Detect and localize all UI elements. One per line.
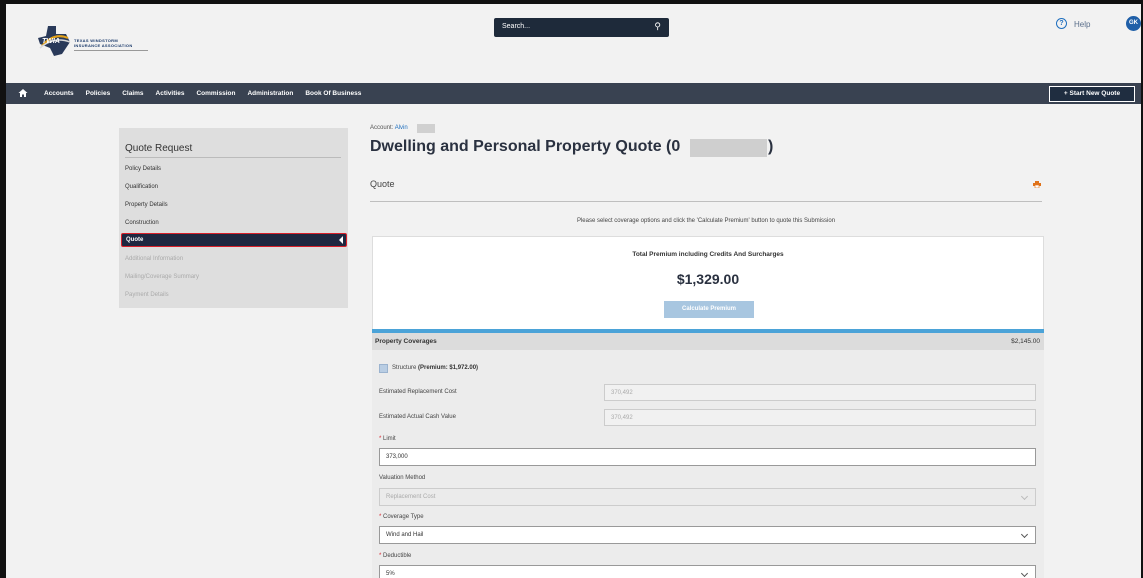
account-name-link[interactable]: Alvin (395, 125, 408, 131)
account-line: Account: Alvin (370, 125, 408, 131)
redacted-block (417, 124, 435, 133)
premium-title: Total Premium including Credits And Surc… (632, 251, 784, 258)
deductible-label: * Deductible (379, 553, 411, 559)
active-arrow-icon (339, 236, 343, 244)
sidebar-item-policy-details[interactable]: Policy Details (125, 166, 161, 172)
sidebar-item-payment-details: Payment Details (125, 292, 169, 298)
search-input[interactable]: Search... ⚲ (494, 18, 669, 37)
search-icon[interactable]: ⚲ (654, 21, 661, 32)
sidebar-item-qualification[interactable]: Qualification (125, 184, 158, 190)
structure-checkbox[interactable] (379, 364, 388, 373)
structure-text: Structure (392, 365, 417, 371)
account-label: Account: (370, 125, 394, 131)
start-new-quote-button[interactable]: + Start New Quote (1049, 86, 1135, 102)
section-heading: Quote (370, 179, 395, 189)
deductible-select[interactable]: 5% (379, 565, 1036, 578)
logo-divider (74, 50, 148, 51)
est-replacement-field: 370,492 (604, 384, 1036, 401)
limit-label: * Limit (379, 436, 396, 442)
sidebar-item-quote-label: Quote (126, 237, 144, 243)
chevron-down-icon (1020, 492, 1029, 501)
premium-summary-panel: Total Premium including Credits And Surc… (372, 236, 1044, 330)
required-mark: * (379, 436, 382, 442)
nav-commission[interactable]: Commission (196, 90, 235, 97)
page-title: Dwelling and Personal Property Quote (0 (370, 138, 681, 155)
structure-label: Structure (Premium: $1,972.00) (392, 365, 478, 371)
property-coverages-body: Structure (Premium: $1,972.00) Estimated… (372, 350, 1044, 578)
nav-activities[interactable]: Activities (156, 90, 185, 97)
required-mark: * (379, 553, 382, 559)
calculate-premium-button[interactable]: Calculate Premium (664, 301, 754, 318)
instructions-text: Please select coverage options and click… (576, 218, 836, 224)
limit-label-text: Limit (383, 436, 396, 442)
valuation-method-label: Valuation Method (379, 475, 426, 481)
help-icon[interactable]: ? (1056, 18, 1067, 29)
sidebar-item-property-details[interactable]: Property Details (125, 202, 168, 208)
property-coverages-header[interactable]: Property Coverages $2,145.00 (372, 333, 1044, 350)
sidebar-divider (125, 157, 341, 158)
coverage-title: Property Coverages (375, 338, 437, 345)
coverage-amount: $2,145.00 (1011, 338, 1040, 345)
structure-premium: (Premium: $1,972.00) (418, 365, 479, 371)
sidebar-item-additional-information: Additional Information (125, 256, 184, 262)
coverage-type-label-text: Coverage Type (383, 514, 424, 520)
nav-policies[interactable]: Policies (86, 90, 111, 97)
help-link[interactable]: Help (1074, 20, 1090, 29)
main-nav: Accounts Policies Claims Activities Comm… (6, 83, 1141, 104)
logo-sub-line2: INSURANCE ASSOCIATION (74, 43, 133, 48)
sidebar-title: Quote Request (125, 143, 193, 154)
chevron-down-icon[interactable] (1020, 569, 1029, 578)
est-acv-field: 370,492 (604, 409, 1036, 426)
sidebar-item-quote[interactable]: Quote (121, 233, 347, 247)
user-avatar[interactable]: GK (1126, 16, 1141, 31)
nav-menu: Accounts Policies Claims Activities Comm… (44, 83, 361, 104)
section-divider (370, 201, 1042, 202)
deductible-label-text: Deductible (383, 553, 412, 559)
required-mark: * (379, 514, 382, 520)
valuation-method-value: Replacement Cost (386, 494, 436, 500)
search-placeholder: Search... (502, 23, 531, 30)
nav-claims[interactable]: Claims (122, 90, 143, 97)
est-acv-label: Estimated Actual Cash Value (379, 414, 456, 420)
home-icon[interactable] (18, 88, 28, 98)
valuation-method-select: Replacement Cost (379, 488, 1036, 506)
nav-accounts[interactable]: Accounts (44, 90, 74, 97)
chevron-down-icon[interactable] (1020, 530, 1029, 539)
redacted-block (690, 139, 767, 157)
app-window: TWIA TEXAS WINDSTORM INSURANCE ASSOCIATI… (6, 4, 1141, 578)
twia-logo[interactable]: TWIA TEXAS WINDSTORM INSURANCE ASSOCIATI… (34, 24, 154, 64)
sidebar-item-construction[interactable]: Construction (125, 220, 159, 226)
sidebar-item-mailing-coverage-summary: Mailing/Coverage Summary (125, 274, 200, 280)
nav-administration[interactable]: Administration (247, 90, 293, 97)
page-title-close: ) (768, 138, 774, 155)
logo-text: TWIA (42, 38, 60, 45)
logo-subtitle: TEXAS WINDSTORM INSURANCE ASSOCIATION (74, 38, 133, 48)
nav-book-of-business[interactable]: Book Of Business (305, 90, 361, 97)
top-header: TWIA TEXAS WINDSTORM INSURANCE ASSOCIATI… (6, 4, 1141, 82)
limit-input[interactable]: 373,000 (379, 448, 1036, 466)
deductible-value: 5% (386, 571, 395, 577)
quote-request-sidebar: Quote Request Policy Details Qualificati… (119, 128, 348, 308)
print-icon[interactable] (1033, 181, 1041, 188)
coverage-type-value: Wind and Hail (386, 532, 424, 538)
coverage-type-label: * Coverage Type (379, 514, 424, 520)
est-replacement-label: Estimated Replacement Cost (379, 389, 457, 395)
premium-value: $1,329.00 (676, 271, 740, 287)
coverage-type-select[interactable]: Wind and Hail (379, 526, 1036, 544)
